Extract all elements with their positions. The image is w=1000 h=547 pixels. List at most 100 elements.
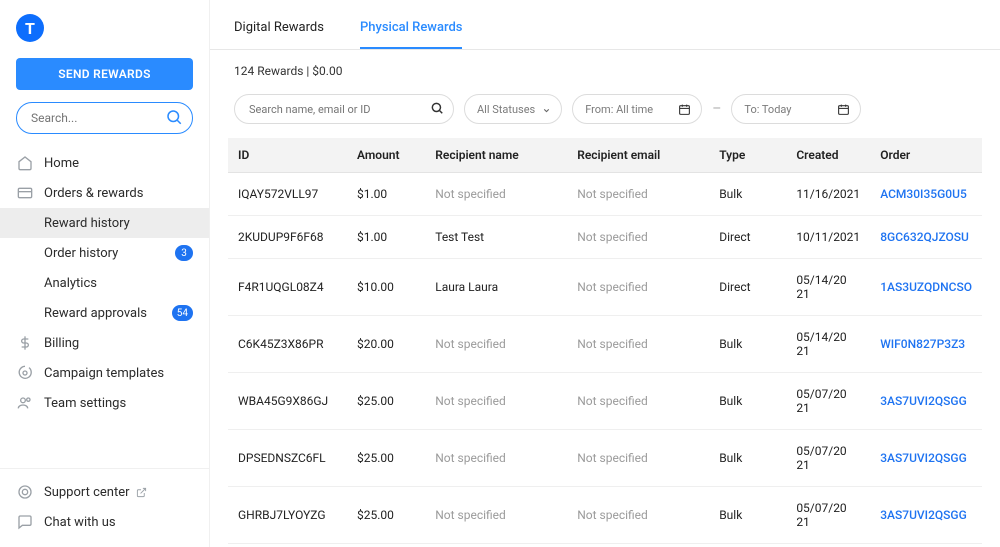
cell-created: 05/14/2021 (786, 316, 870, 373)
lifebuoy-icon (16, 483, 34, 501)
table-row[interactable]: 2KUDUP9F6F68$1.00Test TestNot specifiedD… (228, 216, 982, 259)
cell-type: Bulk (709, 173, 786, 216)
cell-created: 05/07/2021 (786, 487, 870, 544)
cell-id: 2KUDUP9F6F68 (228, 216, 347, 259)
cell-recipient-email: Not specified (567, 544, 709, 547)
table-row[interactable]: GHRBJ7LYOYZG$25.00Not specifiedNot speci… (228, 487, 982, 544)
sidebar-item-billing[interactable]: Billing (0, 328, 209, 358)
col-amount[interactable]: Amount (347, 138, 425, 173)
sidebar-search (16, 102, 193, 134)
cell-id: DPSEDNSZC6FL (228, 430, 347, 487)
cell-amount: $25.00 (347, 373, 425, 430)
col-type[interactable]: Type (709, 138, 786, 173)
date-from-label: From: All time (585, 103, 653, 116)
status-filter[interactable]: All Statuses (464, 94, 562, 124)
table-row[interactable]: WTJ7VSIYY5DO$25.00Not specifiedNot speci… (228, 544, 982, 547)
send-rewards-button[interactable]: SEND REWARDS (16, 58, 193, 90)
rewards-table-wrap[interactable]: ID Amount Recipient name Recipient email… (210, 138, 1000, 547)
sidebar-item-order-history[interactable]: Order history 3 (0, 238, 209, 268)
sidebar-item-label: Billing (44, 336, 79, 351)
cell-id: C6K45Z3X86PR (228, 316, 347, 373)
sidebar-item-label: Campaign templates (44, 366, 164, 381)
template-icon (16, 364, 34, 382)
cell-created: 10/11/2021 (786, 216, 870, 259)
chat-icon (16, 513, 34, 531)
cell-recipient-name: Not specified (425, 544, 567, 547)
cell-amount: $25.00 (347, 430, 425, 487)
col-order[interactable]: Order (870, 138, 982, 173)
cell-recipient-email: Not specified (567, 487, 709, 544)
cell-recipient-name: Not specified (425, 487, 567, 544)
cell-order[interactable]: 1AS3UZQDNCSO (870, 259, 982, 316)
sidebar-item-reward-history[interactable]: Reward history (0, 208, 209, 238)
cell-type: Bulk (709, 544, 786, 547)
cell-recipient-name: Test Test (425, 216, 567, 259)
cell-id: WBA45G9X86GJ (228, 373, 347, 430)
sidebar-item-campaign-templates[interactable]: Campaign templates (0, 358, 209, 388)
col-id[interactable]: ID (228, 138, 347, 173)
table-row[interactable]: C6K45Z3X86PR$20.00Not specifiedNot speci… (228, 316, 982, 373)
sidebar-item-label: Analytics (44, 276, 97, 291)
filter-bar: All Statuses From: All time – To: Today (210, 88, 1000, 138)
cell-created: 05/07/2021 (786, 430, 870, 487)
filter-search-input[interactable] (234, 94, 454, 124)
calendar-icon (678, 103, 691, 116)
cell-recipient-email: Not specified (567, 216, 709, 259)
logo-wrap: T (0, 14, 209, 52)
date-to-label: To: Today (744, 103, 791, 116)
tab-physical-rewards[interactable]: Physical Rewards (360, 20, 463, 49)
sidebar-item-reward-approvals[interactable]: Reward approvals 54 (0, 298, 209, 328)
date-to-filter[interactable]: To: Today (731, 94, 861, 124)
cell-recipient-email: Not specified (567, 259, 709, 316)
table-row[interactable]: WBA45G9X86GJ$25.00Not specifiedNot speci… (228, 373, 982, 430)
sidebar-item-label: Chat with us (44, 515, 116, 530)
date-from-filter[interactable]: From: All time (572, 94, 702, 124)
cell-order[interactable]: 3AS7UVI2QSGG (870, 430, 982, 487)
sidebar-item-orders-rewards[interactable]: Orders & rewards (0, 178, 209, 208)
cell-amount: $10.00 (347, 259, 425, 316)
cell-created: 11/16/2021 (786, 173, 870, 216)
cell-order[interactable]: WIF0N827P3Z3 (870, 316, 982, 373)
cell-type: Direct (709, 259, 786, 316)
cell-id: F4R1UQGL08Z4 (228, 259, 347, 316)
cell-recipient-name: Not specified (425, 173, 567, 216)
sidebar-item-home[interactable]: Home (0, 148, 209, 178)
sidebar-item-chat[interactable]: Chat with us (0, 507, 209, 537)
sidebar-item-label: Order history (44, 246, 118, 261)
cell-id: GHRBJ7LYOYZG (228, 487, 347, 544)
cell-order[interactable]: 3AS7UVI2QSGG (870, 544, 982, 547)
table-row[interactable]: F4R1UQGL08Z4$10.00Laura LauraNot specifi… (228, 259, 982, 316)
tab-digital-rewards[interactable]: Digital Rewards (234, 20, 324, 49)
sidebar-item-team-settings[interactable]: Team settings (0, 388, 209, 418)
col-recipient-email[interactable]: Recipient email (567, 138, 709, 173)
cell-order[interactable]: 8GC632QJZOSU (870, 216, 982, 259)
cell-order[interactable]: 3AS7UVI2QSGG (870, 487, 982, 544)
sidebar-item-support-center[interactable]: Support center (0, 477, 209, 507)
cell-amount: $25.00 (347, 544, 425, 547)
col-created[interactable]: Created (786, 138, 870, 173)
cell-created: 05/14/2021 (786, 259, 870, 316)
cell-type: Bulk (709, 430, 786, 487)
dollar-icon (16, 334, 34, 352)
cell-recipient-name: Laura Laura (425, 259, 567, 316)
cell-order[interactable]: ACM30I35G0U5 (870, 173, 982, 216)
status-filter-label: All Statuses (477, 103, 535, 116)
table-row[interactable]: IQAY572VLL97$1.00Not specifiedNot specif… (228, 173, 982, 216)
sidebar: T SEND REWARDS Home Orders & rewards Rew… (0, 0, 210, 547)
sidebar-item-label: Home (44, 156, 79, 171)
cell-created: 05/07/2021 (786, 544, 870, 547)
sidebar-item-label: Reward history (44, 216, 130, 231)
filter-search (234, 94, 454, 124)
main-content: Digital Rewards Physical Rewards 124 Rew… (210, 0, 1000, 547)
sidebar-item-analytics[interactable]: Analytics (0, 268, 209, 298)
rewards-table: ID Amount Recipient name Recipient email… (228, 138, 982, 547)
cell-type: Bulk (709, 316, 786, 373)
table-row[interactable]: DPSEDNSZC6FL$25.00Not specifiedNot speci… (228, 430, 982, 487)
sidebar-item-label: Orders & rewards (44, 186, 143, 201)
col-recipient-name[interactable]: Recipient name (425, 138, 567, 173)
sidebar-item-label: Reward approvals (44, 306, 147, 321)
reward-approvals-badge: 54 (172, 305, 193, 321)
cell-recipient-name: Not specified (425, 373, 567, 430)
cell-id: WTJ7VSIYY5DO (228, 544, 347, 547)
cell-order[interactable]: 3AS7UVI2QSGG (870, 373, 982, 430)
